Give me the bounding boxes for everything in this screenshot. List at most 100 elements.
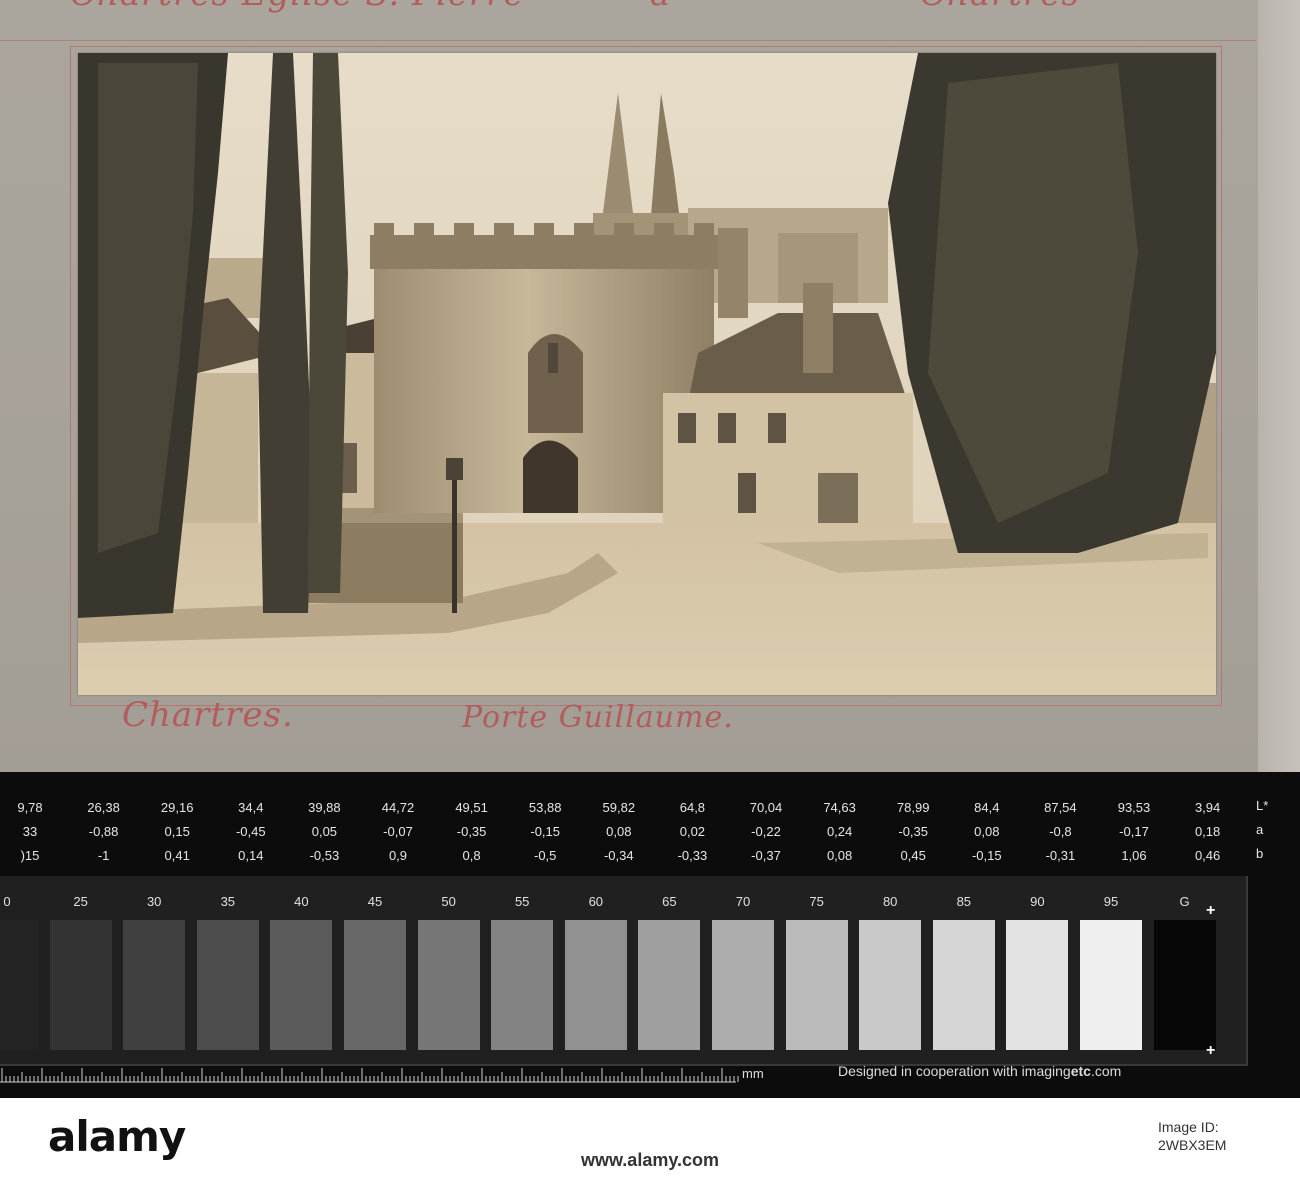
gray-patch [859, 920, 922, 1050]
image-id-value: 2WBX3EM [1158, 1137, 1227, 1153]
color-calibration-target: 9,78 33)15 26,38 -0,88 -1 29,16 0,15 0,41 34,4 -0… [0, 772, 1300, 1098]
lab-value-b: 0,08 [826, 848, 853, 863]
lab-value-a: 0,02 [679, 824, 706, 839]
lab-value-l: 44,72 [381, 800, 415, 815]
lab-value-a: 0,24 [826, 824, 853, 839]
lab-value-b: )15 [20, 848, 40, 863]
lab-value-l: 34,4 [238, 800, 264, 815]
lab-column: 44,72 -0,07 0,9 [358, 796, 438, 868]
lab-value-l: 84,4 [974, 800, 1000, 815]
gray-patch [1006, 920, 1069, 1050]
lab-column: 26,38 -0,88 -1 [64, 796, 144, 868]
lab-value-a: 0,05 [311, 824, 338, 839]
lab-value-l: 29,16 [160, 800, 194, 815]
lab-key-a: a [1256, 822, 1264, 837]
gray-patch [0, 920, 38, 1050]
lab-column: 74,63 0,24 0,08 [800, 796, 880, 868]
lab-value-l: 74,63 [823, 800, 856, 815]
lab-value-a: -0,07 [383, 824, 413, 839]
watermark-footer: alamy www.alamy.com Image ID: 2WBX3EM [0, 1098, 1300, 1190]
patch-label: 95 [1103, 894, 1119, 909]
albumen-photograph [78, 53, 1216, 695]
gray-patch [1153, 920, 1216, 1050]
mm-ruler [0, 1068, 739, 1083]
lab-value-l: 53,88 [528, 800, 562, 815]
lab-value-a: 0,15 [164, 824, 190, 839]
lab-value-a: 33 [22, 824, 38, 839]
patch-label: 75 [809, 894, 824, 909]
lab-value-a: -0,35 [456, 824, 487, 839]
top-script-caption-left: Chartres Église S. Pierre [70, 0, 525, 14]
patch-label: 35 [220, 894, 236, 909]
lab-value-b: 0,8 [462, 848, 481, 863]
lab-column: 34,4 -0,45 0,14 [211, 796, 291, 868]
lab-column: 84,4 0,08 -0,15 [947, 796, 1027, 868]
lab-key-b: b [1256, 846, 1264, 861]
gray-patch [417, 920, 480, 1050]
lab-value-l: 70,04 [749, 800, 783, 815]
red-rule-top [0, 40, 1256, 41]
lab-value-a: -0,17 [1119, 824, 1149, 839]
lab-value-b: 1,06 [1121, 848, 1147, 863]
lab-value-l: 9,78 [17, 800, 43, 815]
lab-value-a: -0,15 [530, 824, 560, 839]
lab-value-b: -0,34 [603, 848, 634, 863]
top-script-caption-middle: à [650, 0, 671, 14]
lab-value-b: 0,9 [388, 848, 408, 863]
gray-patch [932, 920, 995, 1050]
lab-value-b: -0,5 [533, 848, 557, 863]
registration-plus-bottom: + [1206, 1042, 1216, 1059]
lab-value-b: -0,37 [751, 848, 781, 863]
lab-value-l: 3,94 [1194, 800, 1221, 815]
lab-value-b: 0,14 [238, 848, 264, 863]
gray-patch [123, 920, 186, 1050]
lab-value-b: -0,15 [971, 848, 1002, 863]
lab-value-a: 0,08 [606, 824, 632, 839]
lab-column: 64,8 0,02 -0,33 [652, 796, 732, 868]
image-id-label: Image ID: [1158, 1119, 1219, 1135]
lab-value-l: 49,51 [455, 800, 488, 815]
caption-city: Chartres. [122, 695, 294, 735]
lab-value-a: 0,08 [974, 824, 1000, 839]
lab-column: 87,54 -0,8 -0,31 [1020, 796, 1100, 868]
lab-values-panel: 9,78 33)15 26,38 -0,88 -1 29,16 0,15 0,41 34,4 -0… [0, 772, 1300, 876]
patch-label: 70 [735, 894, 751, 909]
patch-label: 90 [1030, 894, 1045, 909]
lab-column: 49,51 -0,35 0,8 [432, 796, 512, 868]
lab-value-b: -0,31 [1045, 848, 1076, 863]
image-id: Image ID: 2WBX3EM [1158, 1118, 1278, 1154]
lab-value-l: 78,99 [896, 800, 930, 815]
lab-value-l: 93,53 [1117, 800, 1151, 815]
lab-column: 70,04 -0,22 -0,37 [726, 796, 806, 868]
lab-value-a: -0,35 [898, 824, 928, 839]
lab-column: 9,78 33 )15 [0, 796, 70, 868]
lab-key-l: L* [1256, 798, 1269, 813]
credit-suffix: .com [1090, 1063, 1122, 1079]
patch-label: 30 [146, 894, 162, 909]
patch-label: 55 [514, 894, 530, 909]
credit-prefix: Designed in cooperation with imaging [838, 1063, 1071, 1079]
porte-guillaume-photo [78, 53, 1216, 695]
album-page-edge [1258, 0, 1300, 772]
gray-patch [49, 920, 112, 1050]
lab-column: 59,82 0,08 -0,34 [579, 796, 659, 868]
lab-value-a: 0,18 [1194, 824, 1221, 839]
lab-column: 29,16 0,15 0,41 [137, 796, 217, 868]
lab-column: 78,99 -0,35 0,45 [873, 796, 953, 868]
gray-patch [638, 920, 701, 1050]
gray-patch [564, 920, 627, 1050]
top-script-caption-right: Chartres [920, 0, 1080, 14]
patch-label: 85 [956, 894, 972, 909]
lab-value-l: 39,88 [308, 800, 341, 815]
caption-title: Porte Guillaume. [462, 700, 734, 735]
lab-column: 3,94 0,18 0,46 [1168, 796, 1248, 868]
lab-value-b: -0,53 [309, 848, 340, 863]
alamy-url: www.alamy.com [580, 1150, 720, 1170]
gray-patch [1080, 920, 1142, 1050]
lab-column: 39,88 0,05 -0,53 [284, 796, 364, 868]
credit-brand: etc [1070, 1063, 1091, 1079]
gray-patch [196, 920, 259, 1050]
lab-value-l: 26,38 [87, 800, 120, 815]
lab-value-b: -1 [97, 848, 110, 863]
lab-value-l: 59,82 [602, 800, 636, 815]
